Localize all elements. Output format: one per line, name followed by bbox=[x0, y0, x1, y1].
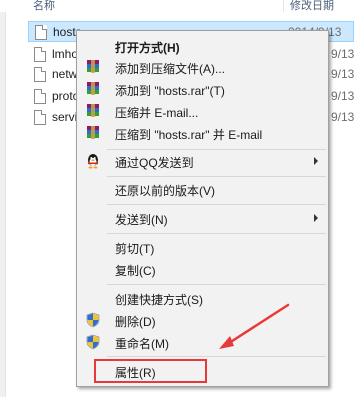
annotation-arrow-icon bbox=[219, 303, 290, 349]
